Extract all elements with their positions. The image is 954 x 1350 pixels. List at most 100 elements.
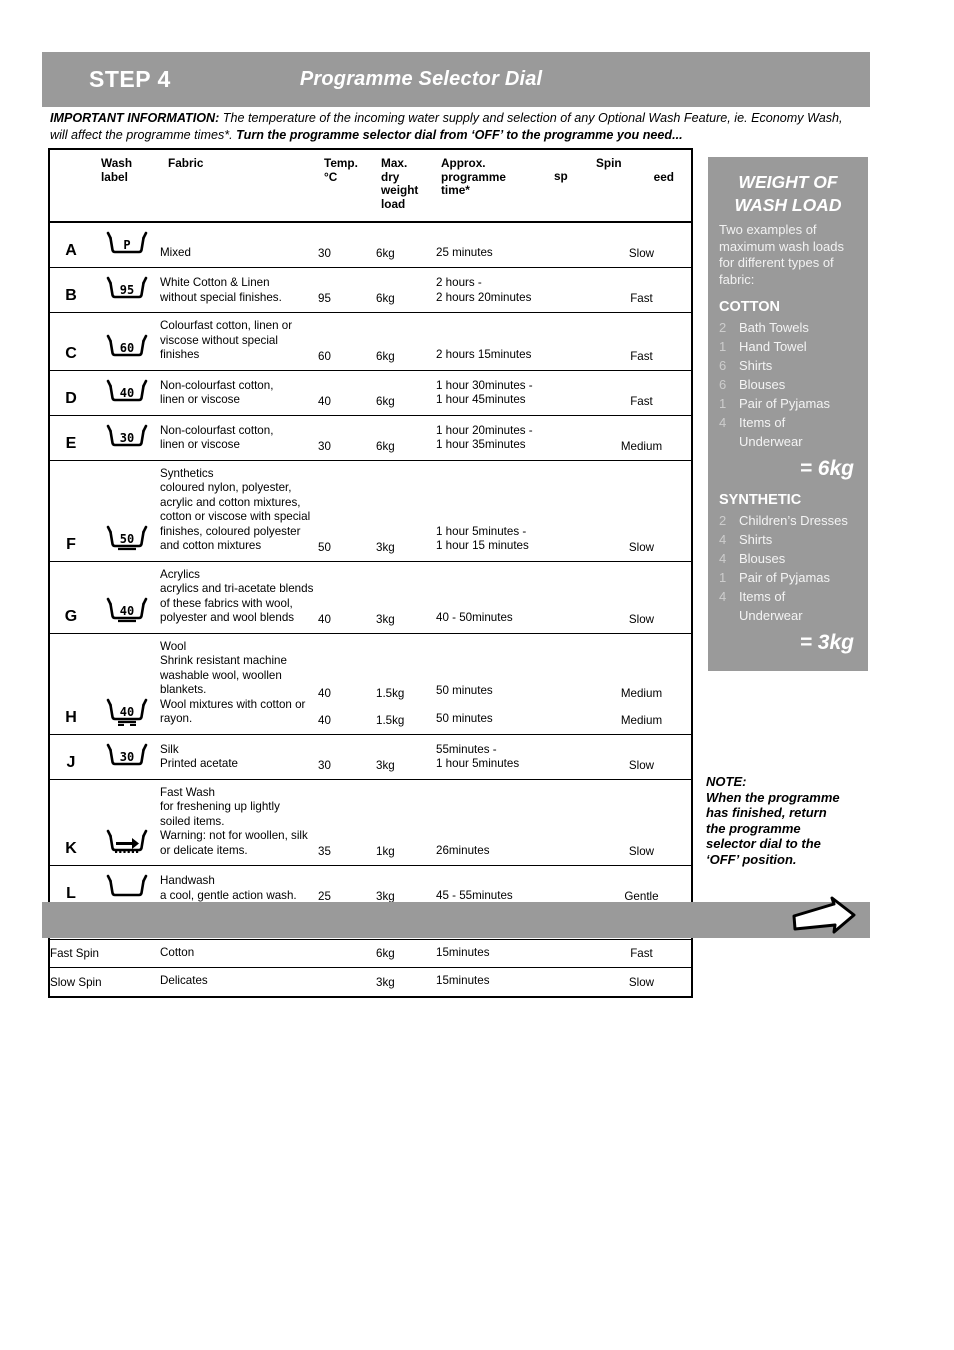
- step-label: STEP 4: [89, 66, 171, 92]
- table-row: J 30 Silk Printed acetate 30 3kg 55minutes -1 …: [50, 734, 691, 780]
- row-fabric-line: Wool: [160, 639, 187, 653]
- list-item: 4 Shirts: [719, 530, 868, 549]
- table-row: C 60 Colourfast cotton, linen or viscose wi…: [50, 312, 691, 371]
- row-fabric-line: viscose without special: [160, 333, 278, 347]
- header-stray-sp: sp: [554, 169, 568, 183]
- sidebar-intro: Two examples of maximum wash loads for d…: [719, 222, 844, 287]
- list-item-label: Underwear: [739, 608, 803, 623]
- row-spin-speed: Fast: [592, 370, 691, 416]
- row-fabric: Silk Printed acetate: [160, 734, 318, 780]
- row-temp: 35: [318, 779, 376, 867]
- row-fabric-line: Acrylics: [160, 567, 200, 581]
- row-spin-speed: Medium: [592, 415, 691, 461]
- row-fabric-line: without special finishes.: [160, 290, 282, 304]
- row-fabric-line: finishes: [160, 348, 200, 362]
- row-programme-label: Slow Spin: [50, 975, 102, 989]
- row-max-load: 6kg: [376, 312, 436, 371]
- list-item: 2 Bath Towels: [719, 318, 868, 337]
- row-approx-time: 50 minutes 50 minutes: [436, 633, 592, 735]
- list-item-count: 4: [719, 415, 727, 430]
- header-spin-l1: Spin: [596, 156, 622, 170]
- row-max-load: 1kg: [376, 779, 436, 867]
- wash-tub-40-two-bar-icon: 40: [92, 633, 160, 735]
- row-approx-time: 1 hour 5minutes -1 hour 15 minutes: [436, 460, 592, 562]
- sidebar-group-total: = 3kg: [799, 631, 854, 654]
- row-fabric-line: finishes, coloured polyester: [160, 524, 301, 538]
- table-row: Fast Spin Cotton 6kg 15minutes Fast: [50, 939, 691, 969]
- header-approx-time: Approx. programme time* sp: [436, 150, 592, 224]
- note-title: NOTE:: [706, 774, 747, 789]
- list-item-label: Items of: [739, 415, 786, 430]
- row-approx-time: 1 hour 30minutes -1 hour 45minutes: [436, 370, 592, 416]
- row-spin-speed: Fast: [592, 312, 691, 371]
- row-fabric: Cotton: [160, 939, 318, 969]
- row-fabric-line: White Cotton & Linen: [160, 276, 270, 290]
- row-approx-time: 15minutes: [436, 939, 592, 969]
- sidebar-title: WEIGHT OF WASH LOAD: [708, 171, 868, 217]
- row-fabric-line: Warning: not for woollen, silk: [160, 829, 308, 843]
- row-fabric-line: and cotton mixtures: [160, 539, 262, 553]
- header-temp: Temp. °C: [318, 150, 376, 224]
- header-fabric: Fabric: [160, 150, 318, 224]
- row-fabric: Mixed: [160, 222, 318, 269]
- table-row: Slow Spin Delicates 3kg 15minutes Slow: [50, 968, 691, 996]
- row-approx-time: 26minutes: [436, 779, 592, 867]
- row-fabric-line: linen or viscose: [160, 393, 240, 407]
- note-line-1: When the programme: [706, 789, 840, 805]
- weight-of-wash-load-panel: WEIGHT OF WASH LOAD Two examples of maxi…: [708, 157, 868, 671]
- row-max-load: 3kg: [376, 460, 436, 562]
- list-item-label: Blouses: [739, 377, 786, 392]
- row-fabric-line: soiled items.: [160, 814, 225, 828]
- row-fabric-line: rayon.: [160, 712, 193, 726]
- row-max-load: 6kg: [376, 939, 436, 969]
- row-max-load: 1.5kg 1.5kg: [376, 633, 436, 735]
- row-fabric-line: for freshening up lightly: [160, 800, 280, 814]
- list-item: 6 Shirts: [719, 356, 868, 375]
- header-load-l3: weight: [381, 183, 419, 198]
- list-item: ·Underwear: [719, 606, 868, 625]
- list-item: 6 Blouses: [719, 375, 868, 394]
- list-item-count: 2: [719, 513, 727, 528]
- row-fabric-line: Non-colourfast cotton,: [160, 378, 274, 392]
- wash-tub-30-icon: 30: [92, 734, 160, 780]
- row-temp: [318, 939, 376, 969]
- list-item-count: 4: [719, 532, 727, 547]
- row-fabric-line: Mixed: [160, 245, 191, 259]
- list-item-label: Bath Towels: [739, 320, 809, 335]
- svg-text:95: 95: [120, 283, 134, 297]
- row-spin-speed: Slow: [592, 779, 691, 867]
- next-arrow-icon[interactable]: [790, 896, 858, 945]
- row-temp: 95: [318, 267, 376, 314]
- sidebar-groups: COTTON 2 Bath Towels 1 Hand Towel 6 Shirts 6 Blo…: [708, 288, 868, 655]
- svg-text:P: P: [123, 238, 130, 252]
- list-item: 4 Items of: [719, 587, 868, 606]
- page-title: Programme Selector Dial: [299, 68, 543, 90]
- manual-page: STEP 4 Programme Selector Dial IMPORTANT…: [0, 0, 954, 1350]
- note-block: NOTE: When the programme has finished, r…: [706, 774, 886, 868]
- row-max-load: 6kg: [376, 415, 436, 461]
- row-code: A: [50, 222, 92, 269]
- sidebar-group-total: = 6kg: [799, 457, 854, 480]
- row-temp: 40: [318, 561, 376, 634]
- list-item: ·Underwear: [719, 432, 868, 451]
- row-fabric-line: Fast Wash: [160, 785, 215, 799]
- row-code: E: [50, 415, 92, 461]
- row-temp: 40 40: [318, 633, 376, 735]
- list-item-label: Shirts: [739, 358, 773, 373]
- header-spin-speed: Spin eed: [592, 150, 691, 224]
- row-spin-speed: Slow: [592, 734, 691, 780]
- note-line-4: selector dial to the: [706, 836, 821, 852]
- list-item-count: 6: [719, 377, 727, 392]
- row-fabric: Non-colourfast cotton, linen or viscose: [160, 370, 318, 416]
- list-item: 4 Blouses: [719, 549, 868, 568]
- table-row: H 40 Wool Shrink resistant machine washable …: [50, 633, 691, 735]
- row-max-load: 3kg: [376, 561, 436, 634]
- row-fabric-line: polyester and wool blends: [160, 611, 295, 625]
- row-fabric-line: Colourfast cotton, linen or: [160, 319, 293, 333]
- list-item: 1 Pair of Pyjamas: [719, 568, 868, 587]
- list-item-label: Pair of Pyjamas: [739, 396, 831, 411]
- row-approx-time: 25 minutes: [436, 222, 592, 269]
- sidebar-group-title: SYNTHETIC: [719, 492, 802, 508]
- row-temp: 40: [318, 370, 376, 416]
- row-code: K: [50, 779, 92, 867]
